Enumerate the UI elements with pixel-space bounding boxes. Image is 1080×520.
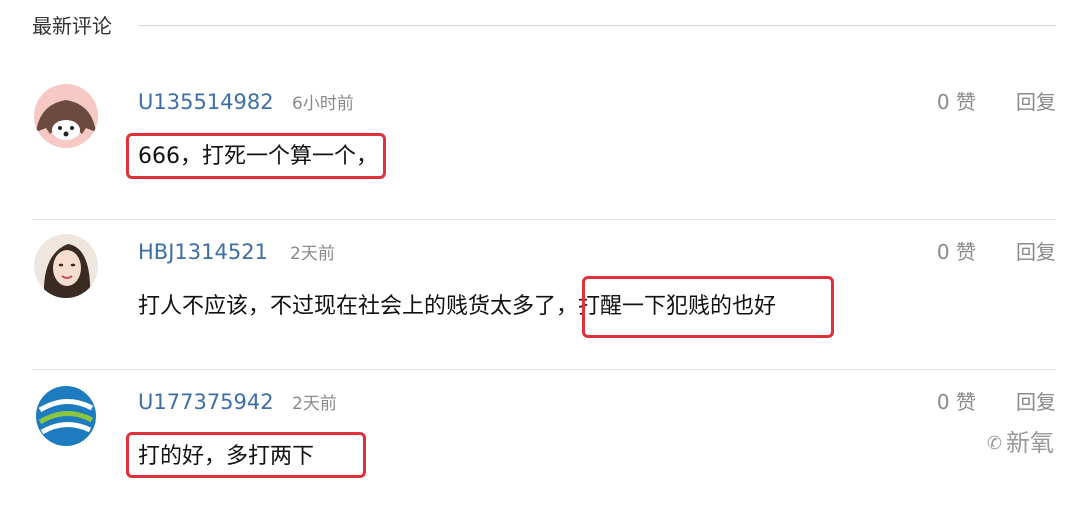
hedgehog-avatar[interactable] [34,84,98,148]
comment-item: HBJ1314521 2天前 0 赞 回复 打人不应该，不过现在社会上的贱货太多… [32,220,1056,370]
highlight-box [126,432,366,478]
wechat-icon: ✆ [986,433,1002,454]
username-link[interactable]: U135514982 [138,87,274,117]
comment-item: U177375942 2天前 0 赞 回复 打的好，多打两下 [32,370,1056,520]
comment-time: 2天前 [290,244,335,264]
like-button[interactable]: 0 赞 [937,388,976,416]
highlight-box [126,133,386,179]
like-button[interactable]: 0 赞 [937,238,976,266]
username-link[interactable]: HBJ1314521 [138,237,268,267]
like-button[interactable]: 0 赞 [937,88,976,116]
highlight-box [582,276,834,338]
latest-comments-header: 最新评论 [32,12,1056,40]
reply-button[interactable]: 回复 [1016,388,1056,416]
comment-time: 2天前 [292,394,337,414]
woman-photo-avatar[interactable] [34,234,98,298]
comment-item: U135514982 6小时前 0 赞 回复 666，打死一个算一个， [32,70,1056,220]
china-mobile-logo-avatar[interactable] [34,384,98,448]
header-divider [138,25,1056,26]
reply-button[interactable]: 回复 [1016,88,1056,116]
watermark-text: 新氧 [1006,429,1054,457]
watermark: ✆ 新氧 [987,423,1054,458]
reply-button[interactable]: 回复 [1016,238,1056,266]
comment-time: 6小时前 [292,94,354,114]
section-title: 最新评论 [32,14,112,38]
username-link[interactable]: U177375942 [138,387,274,417]
